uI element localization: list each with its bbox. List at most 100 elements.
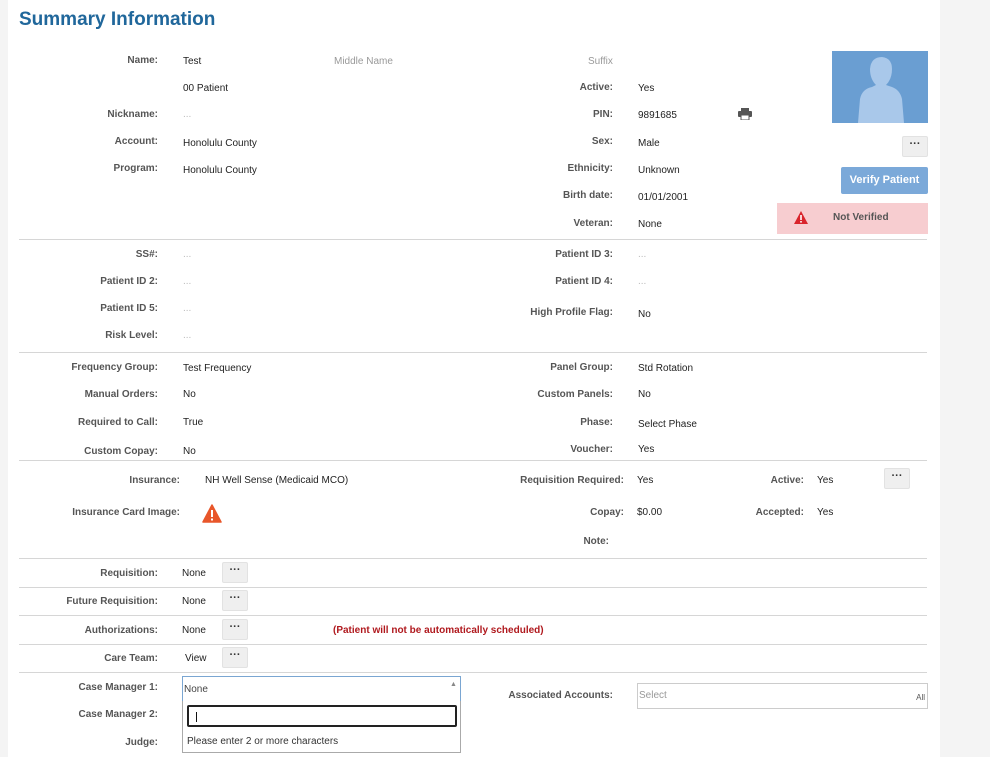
patient-id3-value[interactable]: ... bbox=[638, 249, 646, 260]
sex-label: Sex: bbox=[591, 136, 613, 147]
accepted-label: Accepted: bbox=[755, 507, 804, 518]
page-title: Summary Information bbox=[19, 9, 216, 30]
judge-label: Judge: bbox=[125, 737, 158, 748]
case-manager1-dropdown: Please enter 2 or more characters bbox=[182, 701, 461, 753]
warning-icon bbox=[794, 211, 808, 227]
requisition-required-value: Yes bbox=[637, 475, 654, 486]
phase-label: Phase: bbox=[580, 417, 613, 428]
avatar-silhouette-icon bbox=[832, 51, 928, 123]
future-requisition-menu-button[interactable]: ··· bbox=[222, 590, 248, 611]
first-name-field[interactable]: Test bbox=[183, 56, 201, 67]
case-manager2-label: Case Manager 2: bbox=[78, 709, 158, 720]
patient-id3-label: Patient ID 3: bbox=[555, 249, 613, 260]
care-team-view-link[interactable]: View bbox=[185, 653, 207, 664]
pin-value: 9891685 bbox=[638, 110, 677, 121]
veteran-label: Veteran: bbox=[573, 218, 613, 229]
divider bbox=[19, 615, 927, 616]
risk-level-value[interactable]: ... bbox=[183, 330, 191, 341]
photo-menu-button[interactable]: ··· bbox=[902, 136, 928, 157]
required-to-call-label: Required to Call: bbox=[77, 417, 158, 428]
middle-name-field[interactable]: Middle Name bbox=[334, 56, 393, 67]
divider bbox=[19, 352, 927, 353]
verify-patient-button[interactable]: Verify Patient bbox=[841, 167, 928, 194]
care-team-label: Care Team: bbox=[104, 653, 158, 664]
case-manager1-label: Case Manager 1: bbox=[78, 682, 158, 693]
requisition-menu-button[interactable]: ··· bbox=[222, 562, 248, 583]
associated-accounts-select[interactable]: Select All bbox=[637, 683, 928, 709]
insurance-active-label: Active: bbox=[770, 475, 804, 486]
required-to-call-value[interactable]: True bbox=[183, 417, 203, 428]
patient-photo[interactable] bbox=[832, 51, 928, 123]
custom-copay-value[interactable]: No bbox=[183, 446, 196, 457]
insurance-value[interactable]: NH Well Sense (Medicaid MCO) bbox=[205, 475, 348, 486]
risk-level-label: Risk Level: bbox=[105, 330, 158, 341]
account-value[interactable]: Honolulu County bbox=[183, 138, 257, 149]
frequency-group-label: Frequency Group: bbox=[71, 362, 158, 373]
requisition-value: None bbox=[182, 568, 206, 579]
ss-label: SS#: bbox=[135, 249, 158, 260]
manual-orders-label: Manual Orders: bbox=[84, 389, 158, 400]
insurance-card-image-label: Insurance Card Image: bbox=[72, 507, 180, 518]
last-name-field[interactable]: 00 Patient bbox=[183, 83, 228, 94]
nickname-label: Nickname: bbox=[107, 109, 158, 120]
pin-label: PIN: bbox=[593, 109, 613, 120]
case-manager1-selected: None bbox=[184, 684, 208, 695]
divider bbox=[19, 672, 927, 673]
phase-value[interactable]: Select Phase bbox=[638, 419, 697, 430]
select-all-link[interactable]: All bbox=[916, 693, 925, 702]
authorizations-menu-button[interactable]: ··· bbox=[222, 619, 248, 640]
voucher-value[interactable]: Yes bbox=[638, 444, 654, 455]
patient-id5-label: Patient ID 5: bbox=[100, 303, 158, 314]
active-value[interactable]: Yes bbox=[638, 83, 654, 94]
requisition-required-label: Requisition Required: bbox=[520, 475, 624, 486]
patient-id2-label: Patient ID 2: bbox=[100, 276, 158, 287]
insurance-active-value: Yes bbox=[817, 475, 834, 486]
patient-id5-value[interactable]: ... bbox=[183, 303, 191, 314]
case-manager1-select[interactable]: None ▲ bbox=[182, 676, 461, 702]
account-label: Account: bbox=[114, 136, 158, 147]
ethnicity-value[interactable]: Unknown bbox=[638, 165, 680, 176]
birth-date-value[interactable]: 01/01/2001 bbox=[638, 192, 688, 203]
insurance-menu-button[interactable]: ··· bbox=[884, 468, 910, 489]
active-label: Active: bbox=[579, 82, 613, 93]
accepted-value: Yes bbox=[817, 507, 834, 518]
manual-orders-value[interactable]: No bbox=[183, 389, 196, 400]
divider bbox=[19, 558, 927, 559]
panel-group-label: Panel Group: bbox=[550, 362, 613, 373]
divider bbox=[19, 587, 927, 588]
authorizations-label: Authorizations: bbox=[84, 625, 158, 636]
divider bbox=[19, 239, 927, 240]
future-requisition-label: Future Requisition: bbox=[66, 596, 158, 607]
birth-date-label: Birth date: bbox=[563, 190, 613, 201]
frequency-group-value[interactable]: Test Frequency bbox=[183, 363, 251, 374]
associated-accounts-label: Associated Accounts: bbox=[508, 690, 613, 701]
name-label: Name: bbox=[127, 55, 158, 66]
patient-id4-value[interactable]: ... bbox=[638, 276, 646, 287]
patient-id2-value[interactable]: ... bbox=[183, 276, 191, 287]
care-team-menu-button[interactable]: ··· bbox=[222, 647, 248, 668]
custom-panels-value[interactable]: No bbox=[638, 389, 651, 400]
missing-card-warning-icon[interactable] bbox=[202, 504, 222, 526]
copay-label: Copay: bbox=[590, 507, 624, 518]
high-profile-flag-value[interactable]: No bbox=[638, 309, 651, 320]
copay-value: $0.00 bbox=[637, 507, 663, 518]
panel-group-value[interactable]: Std Rotation bbox=[638, 363, 693, 374]
nickname-value[interactable]: ... bbox=[183, 109, 191, 120]
dropdown-hint: Please enter 2 or more characters bbox=[187, 736, 339, 747]
authorizations-value: None bbox=[182, 625, 206, 636]
not-verified-label: Not Verified bbox=[833, 212, 889, 223]
associated-accounts-placeholder: Select bbox=[639, 690, 667, 701]
suffix-field[interactable]: Suffix bbox=[588, 56, 613, 67]
veteran-value[interactable]: None bbox=[638, 219, 662, 230]
divider bbox=[19, 644, 927, 645]
case-manager-search-input[interactable] bbox=[187, 705, 457, 727]
program-value[interactable]: Honolulu County bbox=[183, 165, 257, 176]
print-icon[interactable] bbox=[738, 108, 752, 123]
ethnicity-label: Ethnicity: bbox=[567, 163, 613, 174]
requisition-label: Requisition: bbox=[100, 568, 158, 579]
high-profile-flag-label: High Profile Flag: bbox=[530, 307, 613, 318]
ss-value[interactable]: ... bbox=[183, 249, 191, 260]
divider bbox=[19, 460, 927, 461]
sex-value[interactable]: Male bbox=[638, 138, 660, 149]
custom-copay-label: Custom Copay: bbox=[84, 446, 158, 457]
